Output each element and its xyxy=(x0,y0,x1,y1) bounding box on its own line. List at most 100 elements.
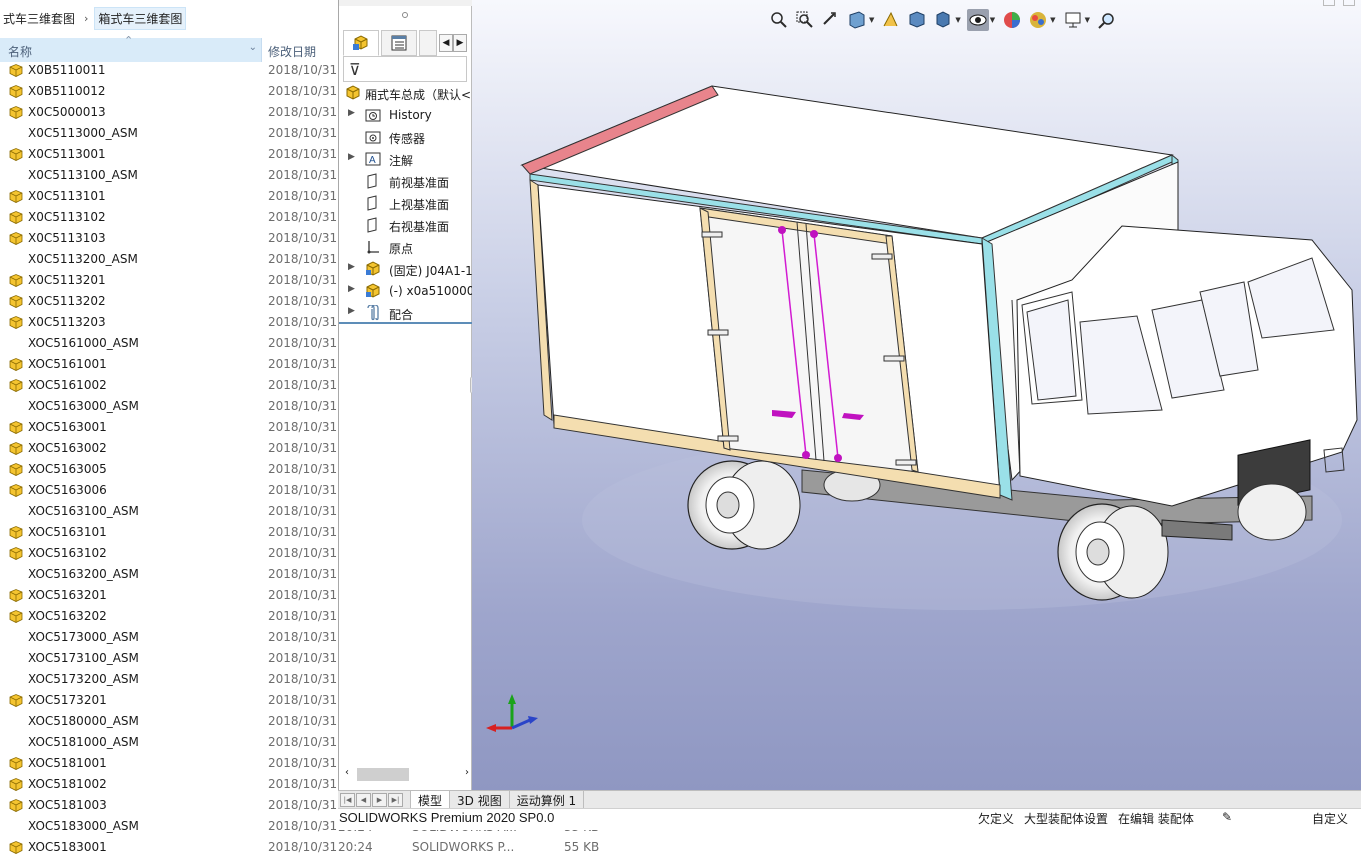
tree-node[interactable]: ▶ A 注解 xyxy=(339,148,473,170)
first-tab-icon[interactable]: |◀ xyxy=(340,792,355,807)
file-row[interactable]: XOC5181000_ASM 2018/10/31 xyxy=(0,732,340,753)
chevron-left-icon[interactable]: ◀ xyxy=(439,34,453,52)
expand-arrow-icon[interactable]: ▶ xyxy=(348,306,355,316)
file-row[interactable]: X0C5113201 2018/10/31 xyxy=(0,270,340,291)
edit-appearance-icon[interactable] xyxy=(1001,9,1023,31)
tab-motion-study[interactable]: 运动算例 1 xyxy=(510,790,585,809)
file-row[interactable]: XOC5163101 2018/10/31 xyxy=(0,522,340,543)
filter-icon[interactable]: ⊽ xyxy=(349,60,361,79)
expand-arrow-icon[interactable]: ▶ xyxy=(348,152,355,162)
dropdown-arrow-icon[interactable]: ▼ xyxy=(869,16,874,24)
scrollbar-thumb[interactable] xyxy=(357,768,409,781)
previous-view-icon[interactable] xyxy=(820,9,842,31)
file-row[interactable]: XOC5183000_ASM 2018/10/31 xyxy=(0,816,340,837)
file-row[interactable]: XOC5181003 2018/10/31 xyxy=(0,795,340,816)
zoom-to-fit-icon[interactable] xyxy=(768,9,790,31)
restore-icon[interactable] xyxy=(1343,0,1355,6)
file-row[interactable]: X0C5113101 2018/10/31 xyxy=(0,186,340,207)
file-row[interactable]: XOC5181002 2018/10/31 xyxy=(0,774,340,795)
prev-tab-icon[interactable]: ◀ xyxy=(356,792,371,807)
file-row[interactable]: X0C5113000_ASM 2018/10/31 xyxy=(0,123,340,144)
section-view-icon[interactable] xyxy=(846,9,868,31)
dropdown-arrow-icon[interactable]: ▼ xyxy=(1085,16,1090,24)
file-row[interactable]: XOC5163102 2018/10/31 xyxy=(0,543,340,564)
next-tab-icon[interactable]: ▶ xyxy=(372,792,387,807)
chevron-right-icon[interactable]: ▶ xyxy=(453,34,467,52)
tree-node[interactable]: ▶ 配合 xyxy=(339,302,473,324)
file-row[interactable]: XOC5163100_ASM 2018/10/31 xyxy=(0,501,340,522)
breadcrumb-item-current[interactable]: 箱式车三维套图 xyxy=(94,6,187,30)
view-orientation-icon[interactable] xyxy=(906,9,928,31)
file-row[interactable]: XOC5163006 2018/10/31 xyxy=(0,480,340,501)
column-header-name[interactable]: 名称 ⌃ ⌄ xyxy=(0,34,262,62)
file-row[interactable]: XOC5163005 2018/10/31 xyxy=(0,459,340,480)
dropdown-arrow-icon[interactable]: ▼ xyxy=(955,16,960,24)
file-row[interactable]: XOC5163201 2018/10/31 xyxy=(0,585,340,606)
tree-node[interactable]: 上视基准面 xyxy=(339,192,473,214)
tab-3d-view[interactable]: 3D 视图 xyxy=(450,790,510,809)
tab-configuration-manager[interactable] xyxy=(419,30,437,56)
dropdown-arrow-icon[interactable]: ▼ xyxy=(990,16,995,24)
breadcrumb-separator-icon[interactable]: › xyxy=(78,12,94,25)
file-row[interactable]: XOC5173200_ASM 2018/10/31 xyxy=(0,669,340,690)
tree-node[interactable]: ▶ (固定) J04A1-1 xyxy=(339,258,473,280)
file-row[interactable]: X0C5113200_ASM 2018/10/31 xyxy=(0,249,340,270)
file-row[interactable]: XOC5163002 2018/10/31 xyxy=(0,438,340,459)
status-under-defined[interactable]: 欠定义 xyxy=(978,810,1014,827)
tree-node[interactable]: ▶ (-) x0a5100000 xyxy=(339,280,473,302)
file-row[interactable]: X0C5113103 2018/10/31 xyxy=(0,228,340,249)
panel-grip-icon[interactable] xyxy=(402,12,408,18)
scroll-right-icon[interactable]: › xyxy=(465,767,469,778)
tab-property-manager[interactable] xyxy=(381,30,417,56)
file-row[interactable]: XOC5163200_ASM 2018/10/31 xyxy=(0,564,340,585)
zoom-area-icon[interactable] xyxy=(794,9,816,31)
dropdown-arrow-icon[interactable]: ▼ xyxy=(1050,16,1055,24)
file-row[interactable]: X0C5113102 2018/10/31 xyxy=(0,207,340,228)
file-row[interactable]: XOC5173000_ASM 2018/10/31 xyxy=(0,627,340,648)
file-row[interactable]: XOC5181001 2018/10/31 xyxy=(0,753,340,774)
column-header-date[interactable]: 修改日期 xyxy=(268,38,316,62)
file-row[interactable]: X0C5113203 2018/10/31 xyxy=(0,312,340,333)
file-row[interactable]: X0C5113202 2018/10/31 xyxy=(0,291,340,312)
tree-node[interactable]: 传感器 xyxy=(339,126,473,148)
file-row[interactable]: XOC5163001 2018/10/31 xyxy=(0,417,340,438)
tree-filter-box[interactable]: ⊽ xyxy=(343,56,467,82)
dynamic-annotation-icon[interactable] xyxy=(880,9,902,31)
file-row[interactable]: XOC5173201 2018/10/31 xyxy=(0,690,340,711)
tree-node[interactable]: 原点 xyxy=(339,236,473,258)
status-large-assembly-settings[interactable]: 大型装配体设置 xyxy=(1024,810,1108,827)
rebuild-icon[interactable]: ✎ xyxy=(1222,810,1232,824)
file-row[interactable]: XOC5180000_ASM 2018/10/31 xyxy=(0,711,340,732)
file-row[interactable]: XOC5173100_ASM 2018/10/31 xyxy=(0,648,340,669)
expand-arrow-icon[interactable]: ▶ xyxy=(348,108,355,118)
file-row[interactable]: X0C5113100_ASM 2018/10/31 xyxy=(0,165,340,186)
file-row[interactable]: XOC5161002 2018/10/31 xyxy=(0,375,340,396)
tree-node[interactable]: 前视基准面 xyxy=(339,170,473,192)
expand-arrow-icon[interactable]: ▶ xyxy=(348,284,355,294)
chevron-down-icon[interactable]: ⌄ xyxy=(249,42,257,53)
graphics-viewport[interactable]: ▼ ▼ ▼ ▼ ▼ xyxy=(472,0,1361,790)
breadcrumb-item-parent[interactable]: 式车三维套图 xyxy=(0,8,78,29)
hide-show-items-icon[interactable] xyxy=(966,9,989,31)
truck-3d-model[interactable] xyxy=(472,0,1361,790)
apply-scene-icon[interactable] xyxy=(1027,9,1049,31)
minimize-icon[interactable] xyxy=(1323,0,1335,6)
expand-arrow-icon[interactable]: ▶ xyxy=(348,262,355,272)
file-row[interactable]: XOC5183001 2018/10/31 xyxy=(0,837,340,858)
file-row[interactable]: XOC5161000_ASM 2018/10/31 xyxy=(0,333,340,354)
tab-feature-tree[interactable] xyxy=(343,30,379,56)
last-tab-icon[interactable]: ▶| xyxy=(388,792,403,807)
file-row[interactable]: X0B5110011 2018/10/31 xyxy=(0,60,340,81)
file-row[interactable]: X0B5110012 2018/10/31 xyxy=(0,81,340,102)
file-row[interactable]: XOC5161001 2018/10/31 xyxy=(0,354,340,375)
view-settings-icon[interactable] xyxy=(1062,9,1084,31)
display-style-icon[interactable] xyxy=(932,9,954,31)
scroll-left-icon[interactable]: ‹ xyxy=(345,767,349,778)
tree-root-assembly[interactable]: 厢式车总成（默认< xyxy=(339,82,473,104)
search-zoom-icon[interactable] xyxy=(1096,9,1118,31)
file-row[interactable]: X0C5113001 2018/10/31 xyxy=(0,144,340,165)
file-row[interactable]: XOC5163000_ASM 2018/10/31 xyxy=(0,396,340,417)
file-row[interactable]: X0C5000013 2018/10/31 xyxy=(0,102,340,123)
tree-node[interactable]: ▶ History xyxy=(339,104,473,126)
status-custom-units[interactable]: 自定义 xyxy=(1312,810,1348,827)
